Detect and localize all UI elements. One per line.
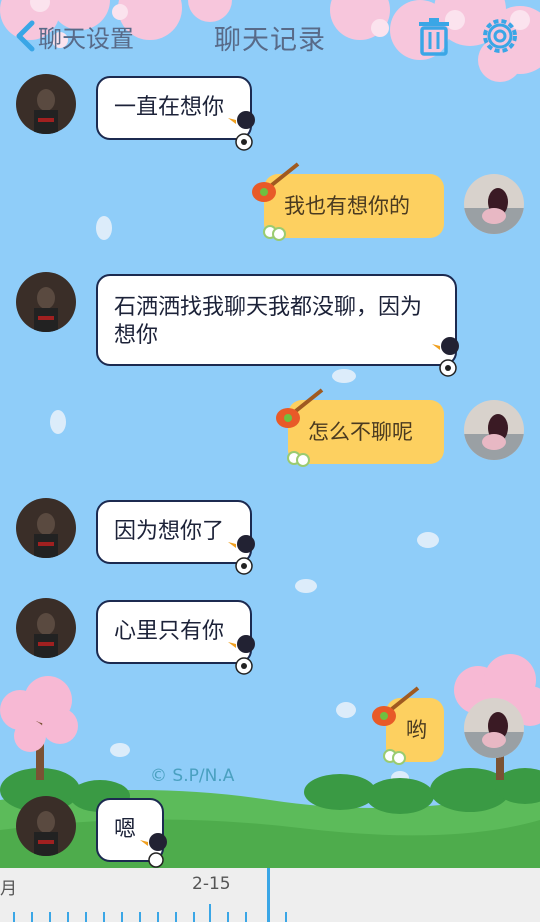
guitar-sticker-icon [252,162,300,202]
my-avatar[interactable] [464,400,524,460]
gear-icon[interactable] [480,16,520,56]
timeline-date-label: 2-15 [192,874,231,894]
my-avatar[interactable] [464,174,524,234]
penguin-sticker-icon [432,337,459,377]
penguin-sticker-icon [228,111,255,151]
timeline-cursor[interactable] [267,868,270,922]
date-timeline[interactable]: 月 2-15 [0,868,540,922]
ring-sticker-icon [263,225,286,241]
my-avatar[interactable] [464,698,524,758]
message-text: 因为想你了 [114,519,225,544]
watermark: © S.P/N.A [150,766,235,786]
ring-sticker-icon [287,451,310,467]
message-text: 石洒洒找我聊天我都没聊，因为想你 [114,295,423,348]
penguin-sticker-icon [228,535,255,575]
contact-avatar[interactable] [16,598,76,658]
contact-avatar[interactable] [16,498,76,558]
trash-icon[interactable] [414,16,454,56]
guitar-sticker-icon [372,686,420,726]
chat-background [0,0,540,922]
ring-sticker-icon [383,749,406,765]
contact-avatar[interactable] [16,796,76,856]
message-text: 心里只有你 [114,619,225,644]
timeline-month-label: 月 [0,879,17,899]
page-title: 聊天记录 [214,25,326,56]
message-text: 一直在想你 [114,95,225,120]
message-bubble-received[interactable]: 石洒洒找我聊天我都没聊，因为想你 [96,274,457,366]
message-text: 怎么不聊呢 [308,420,413,444]
penguin-sticker-icon [228,635,255,675]
contact-avatar[interactable] [16,74,76,134]
penguin-sticker-icon [140,833,167,868]
timeline-ticks [13,904,287,922]
message-text: 我也有想你的 [284,194,410,218]
contact-avatar[interactable] [16,272,76,332]
guitar-sticker-icon [276,388,324,428]
top-bar: 聊天设置 聊天记录 [0,0,540,70]
